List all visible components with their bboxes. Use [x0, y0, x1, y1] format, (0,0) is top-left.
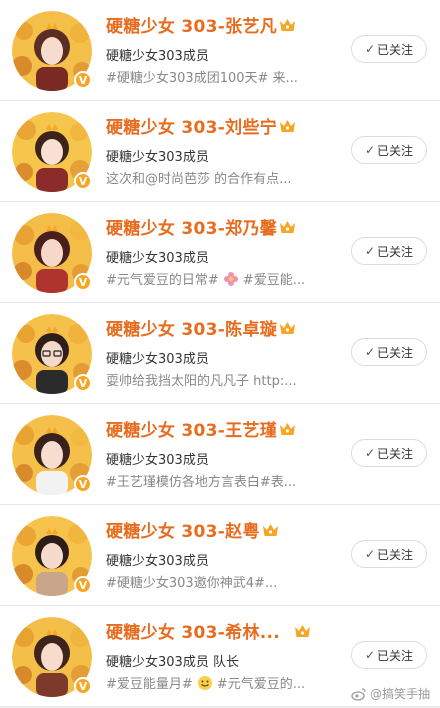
check-icon: ✓ — [364, 648, 376, 662]
verified-badge-icon: V — [74, 172, 92, 190]
post-text: 这次和@时尚芭莎 的合作有点... — [106, 172, 292, 187]
flower-emoji-icon — [223, 271, 238, 286]
member-name[interactable]: 硬糖少女 303-郑乃馨 — [106, 214, 277, 239]
latest-post[interactable]: #爱豆能量月# #元气爱豆的... — [106, 673, 305, 692]
weibo-logo-icon — [351, 687, 366, 701]
follow-label: 已关注 — [377, 244, 414, 259]
followed-button[interactable]: ✓ 已关注 — [351, 641, 427, 669]
name-line: 硬糖少女 303-希林... — [106, 618, 311, 643]
follow-label: 已关注 — [377, 547, 414, 562]
latest-post[interactable]: #硬糖少女303邀你神武4#... — [106, 572, 277, 591]
member-name[interactable]: 硬糖少女 303-王艺瑾 — [106, 416, 277, 441]
member-desc: 硬糖少女303成员 — [106, 453, 209, 468]
crown-icon — [280, 321, 296, 334]
follow-label: 已关注 — [377, 42, 414, 57]
name-line: 硬糖少女 303-赵粤 — [106, 517, 279, 542]
followed-button[interactable]: ✓ 已关注 — [351, 338, 427, 366]
member-desc: 硬糖少女303成员 — [106, 554, 209, 569]
member-desc: 硬糖少女303成员 — [106, 49, 209, 64]
post-text: #硬糖少女303成团100天# 来... — [106, 71, 298, 86]
member-name[interactable]: 硬糖少女 303-张艺凡 — [106, 12, 277, 37]
list-item[interactable]: V 硬糖少女 303-赵粤 硬糖少女303成员 #硬糖少女303邀你神武4#..… — [0, 505, 440, 606]
name-line: 硬糖少女 303-郑乃馨 — [106, 214, 296, 239]
list-item[interactable]: V 硬糖少女 303-张艺凡 硬糖少女303成员 #硬糖少女303成团100天#… — [0, 0, 440, 101]
crown-icon — [280, 220, 296, 233]
verified-badge-icon: V — [74, 576, 92, 594]
post-text: #爱豆能量月# — [106, 677, 193, 692]
follow-label: 已关注 — [377, 648, 414, 663]
verified-badge-icon: V — [74, 71, 92, 89]
check-icon: ✓ — [364, 446, 376, 460]
list-item[interactable]: V 硬糖少女 303-刘些宁 硬糖少女303成员 这次和@时尚芭莎 的合作有点.… — [0, 101, 440, 202]
weibo-watermark: @搞笑手抽 — [351, 685, 430, 702]
followed-button[interactable]: ✓ 已关注 — [351, 35, 427, 63]
post-text-continued: #爱豆能... — [242, 273, 306, 288]
member-name[interactable]: 硬糖少女 303-刘些宁 — [106, 113, 277, 138]
crown-icon — [262, 523, 278, 536]
member-name[interactable]: 硬糖少女 303-陈卓璇 — [106, 315, 277, 340]
crown-icon — [295, 624, 311, 637]
followed-button[interactable]: ✓ 已关注 — [351, 136, 427, 164]
list-item[interactable]: V 硬糖少女 303-陈卓璇 硬糖少女303成员 耍帅给我挡太阳的凡凡子 htt… — [0, 303, 440, 404]
post-text: 耍帅给我挡太阳的凡凡子 http:... — [106, 374, 297, 389]
latest-post[interactable]: 这次和@时尚芭莎 的合作有点... — [106, 168, 292, 187]
check-icon: ✓ — [364, 143, 376, 157]
member-desc: 硬糖少女303成员 队长 — [106, 655, 239, 670]
followed-button[interactable]: ✓ 已关注 — [351, 540, 427, 568]
watermark-text: @搞笑手抽 — [369, 687, 430, 701]
member-name[interactable]: 硬糖少女 303-希林... — [106, 618, 280, 643]
verified-badge-icon: V — [74, 677, 92, 695]
post-text: #王艺瑾模仿各地方言表白#表... — [106, 475, 297, 490]
check-icon: ✓ — [364, 244, 376, 258]
crown-icon — [280, 18, 296, 31]
member-desc: 硬糖少女303成员 — [106, 251, 209, 266]
check-icon: ✓ — [364, 547, 376, 561]
name-line: 硬糖少女 303-陈卓璇 — [106, 315, 296, 340]
followed-button[interactable]: ✓ 已关注 — [351, 237, 427, 265]
verified-badge-icon: V — [74, 374, 92, 392]
name-line: 硬糖少女 303-刘些宁 — [106, 113, 296, 138]
member-desc: 硬糖少女303成员 — [106, 352, 209, 367]
list-item[interactable]: V 硬糖少女 303-郑乃馨 硬糖少女303成员 #元气爱豆的日常# #爱豆能.… — [0, 202, 440, 303]
member-name[interactable]: 硬糖少女 303-赵粤 — [106, 517, 260, 542]
follow-label: 已关注 — [377, 143, 414, 158]
verified-badge-icon: V — [74, 475, 92, 493]
crown-icon — [280, 119, 296, 132]
smile-emoji-icon — [197, 675, 212, 690]
member-list: V 硬糖少女 303-张艺凡 硬糖少女303成员 #硬糖少女303成团100天#… — [0, 0, 440, 707]
followed-button[interactable]: ✓ 已关注 — [351, 439, 427, 467]
latest-post[interactable]: #元气爱豆的日常# #爱豆能... — [106, 269, 305, 288]
verified-badge-icon: V — [74, 273, 92, 291]
name-line: 硬糖少女 303-张艺凡 — [106, 12, 296, 37]
name-line: 硬糖少女 303-王艺瑾 — [106, 416, 296, 441]
follow-label: 已关注 — [377, 345, 414, 360]
member-desc: 硬糖少女303成员 — [106, 150, 209, 165]
latest-post[interactable]: 耍帅给我挡太阳的凡凡子 http:... — [106, 370, 297, 389]
check-icon: ✓ — [364, 42, 376, 56]
latest-post[interactable]: #王艺瑾模仿各地方言表白#表... — [106, 471, 296, 490]
crown-icon — [280, 422, 296, 435]
latest-post[interactable]: #硬糖少女303成团100天# 来... — [106, 67, 298, 86]
post-text: #元气爱豆的日常# — [106, 273, 219, 288]
post-text: #硬糖少女303邀你神武4#... — [106, 576, 278, 591]
check-icon: ✓ — [364, 345, 376, 359]
follow-label: 已关注 — [377, 446, 414, 461]
list-item[interactable]: V 硬糖少女 303-王艺瑾 硬糖少女303成员 #王艺瑾模仿各地方言表白#表.… — [0, 404, 440, 505]
post-text-continued: #元气爱豆的... — [216, 677, 306, 692]
